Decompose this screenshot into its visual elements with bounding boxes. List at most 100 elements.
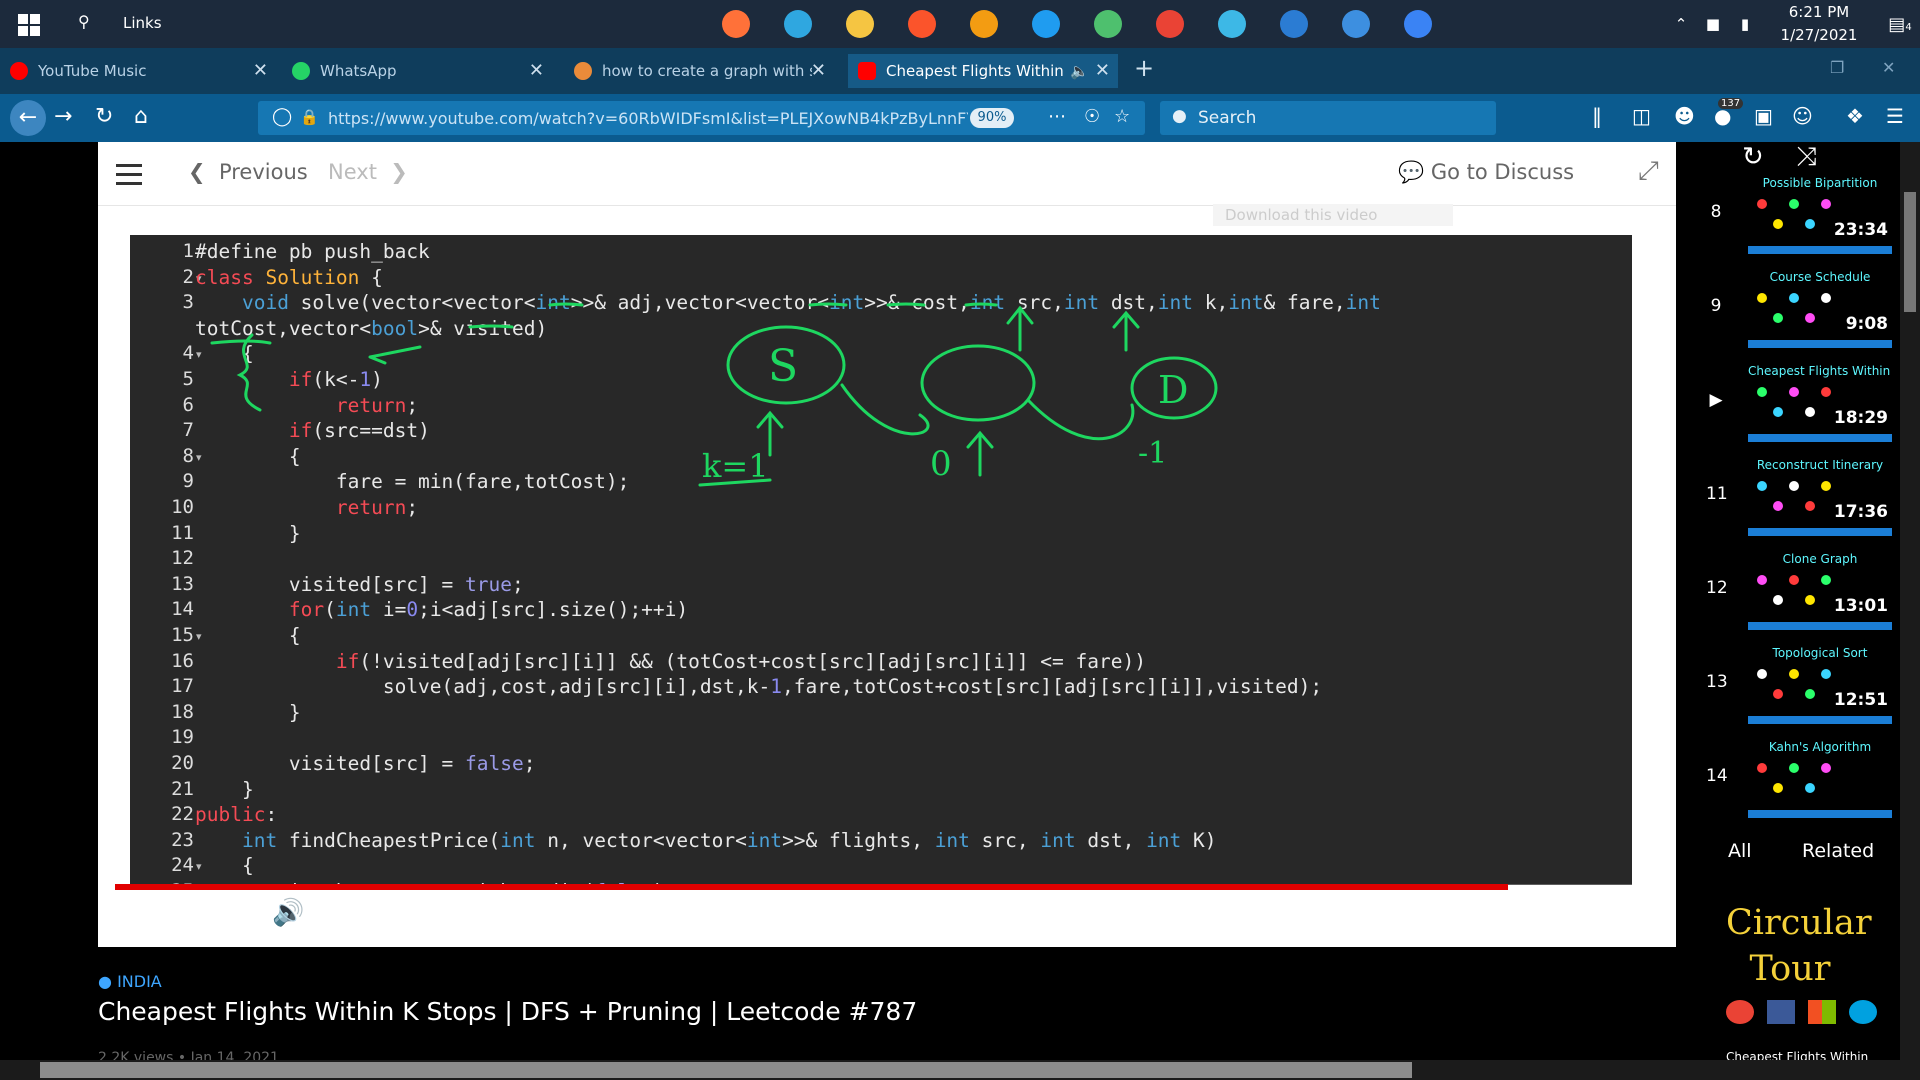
playlist-index: 9 (1710, 296, 1722, 316)
back-button[interactable]: ← (10, 100, 46, 136)
taskbar-app[interactable] (891, 4, 953, 44)
next-video-icon[interactable]: ⏭ (220, 898, 243, 929)
pocket-icon[interactable]: ☉ (1084, 106, 1100, 127)
search-placeholder: Search (1198, 108, 1257, 128)
location-tag[interactable]: ● INDIA (98, 972, 917, 991)
taskbar-app[interactable] (767, 4, 829, 44)
sidebar-icon[interactable]: ◫ (1632, 104, 1651, 128)
horizontal-scrollbar[interactable] (0, 1060, 1920, 1080)
url-text[interactable]: https://www.youtube.com/watch?v=60RbWIDF… (328, 109, 968, 128)
video-player[interactable]: ❮ Previous Next ❯ 💬 Go to Discuss ⤢ Down… (98, 142, 1750, 947)
playlist-thumbnail[interactable]: Course Schedule 9:08 (1748, 270, 1892, 348)
next-button[interactable]: Next ❯ (328, 160, 408, 184)
playlist-panel: ↻ ⤨ 8 Possible Bipartition 23:34 9 Course Sc… (1676, 142, 1920, 947)
shield-icon[interactable]: ◯ (272, 106, 292, 127)
close-icon[interactable]: ✕ (811, 60, 826, 81)
playlist-thumbnail[interactable]: Kahn's Algorithm (1748, 740, 1892, 818)
windows-start-icon[interactable] (18, 14, 40, 36)
horizontal-scrollbar-thumb[interactable] (40, 1062, 1412, 1078)
shuffle-icon[interactable]: ⤨ (1796, 142, 1817, 172)
more-actions-icon[interactable]: ⋯ (1048, 106, 1066, 127)
zoom-level[interactable]: 90% (970, 108, 1014, 128)
taskbar-app[interactable] (1201, 4, 1263, 44)
playlist-item[interactable]: 8 Possible Bipartition 23:34 (1676, 172, 1920, 258)
reload-button[interactable]: ↻ (95, 104, 113, 129)
taskbar-app[interactable] (1263, 4, 1325, 44)
arrow-up-k (1006, 305, 1034, 352)
vertical-scrollbar-thumb[interactable] (1904, 192, 1916, 312)
download-video-button[interactable]: Download this video (1213, 204, 1453, 226)
taskbar-app[interactable] (1387, 4, 1449, 44)
play-icon[interactable]: ▶ (176, 898, 196, 928)
volume-icon[interactable]: 🔊 (272, 898, 304, 928)
notification-icon[interactable]: ▤4 (1880, 14, 1920, 35)
playlist-item[interactable]: ▶ Cheapest Flights Within K Stops 18:29 (1676, 360, 1920, 446)
extensions-icon[interactable]: ❖ (1846, 104, 1864, 128)
playlist-item[interactable]: 12 Clone Graph 13:01 (1676, 548, 1920, 634)
library-icon[interactable]: ‖ (1592, 104, 1602, 128)
go-to-discuss-button[interactable]: 💬 Go to Discuss (1398, 160, 1574, 185)
new-tab-button[interactable]: + (1134, 54, 1154, 82)
playlist-thumbnail[interactable]: Possible Bipartition 23:34 (1748, 176, 1892, 254)
forward-button[interactable]: → (54, 104, 72, 129)
close-icon[interactable]: ✕ (1095, 60, 1110, 81)
collapse-icon[interactable]: ⤢ (1638, 156, 1659, 187)
taskbar-app[interactable] (1325, 4, 1387, 44)
taskbar-app[interactable] (829, 4, 891, 44)
tab-cheapest-flights[interactable]: Cheapest Flights Within K St 🔈 ✕ (848, 54, 1118, 88)
theater-mode-icon[interactable]: ▭ (1554, 898, 1579, 928)
playlist-thumbnail[interactable]: Topological Sort 12:51 (1748, 646, 1892, 724)
search-icon[interactable]: ⚲ (78, 12, 90, 31)
video-progress-bar[interactable] (115, 884, 1663, 890)
playlist-item[interactable]: 9 Course Schedule 9:08 (1676, 266, 1920, 352)
menu-icon[interactable]: ☰ (1886, 104, 1904, 128)
clock[interactable]: 6:21 PM 1/27/2021 (1764, 1, 1874, 47)
loop-icon[interactable]: ↻ (1742, 142, 1764, 172)
playlist-item[interactable]: 11 Reconstruct Itinerary 17:36 (1676, 454, 1920, 540)
graph-thumbnail-icon (1757, 669, 1831, 699)
playlist-thumbnail[interactable]: Reconstruct Itinerary 17:36 (1748, 458, 1892, 536)
playlist-item[interactable]: 13 Topological Sort 12:51 (1676, 642, 1920, 728)
taskbar-links-label[interactable]: Links (123, 14, 162, 32)
miniplayer-icon[interactable]: ▣ (1496, 898, 1521, 928)
taskbar-app[interactable] (953, 4, 1015, 44)
account-icon[interactable]: ☻ (1674, 104, 1695, 128)
close-icon[interactable]: ✕ (253, 60, 268, 81)
speaker-icon[interactable]: 🔈 (1070, 62, 1089, 80)
advertisement[interactable]: Circular Tour Cheapest Flights Within (1726, 900, 1920, 1080)
tab-whatsapp[interactable]: WhatsApp ✕ (282, 54, 552, 88)
tab-graph-search[interactable]: how to create a graph with sou ✕ (564, 54, 834, 88)
bookmark-star-icon[interactable]: ☆ (1114, 106, 1130, 127)
home-button[interactable]: ⌂ (134, 104, 148, 129)
close-window-icon[interactable]: ✕ (1882, 58, 1895, 77)
previous-button[interactable]: ❮ Previous (188, 160, 308, 184)
playlist-thumbnail[interactable]: Clone Graph 13:01 (1748, 552, 1892, 630)
fullscreen-icon[interactable]: ⛶ (1610, 898, 1628, 929)
settings-gear-icon[interactable]: ⚙ (1438, 898, 1461, 928)
tab-youtube-music[interactable]: YouTube Music ✕ (0, 54, 276, 88)
vertical-scrollbar[interactable] (1900, 142, 1920, 1060)
taskbar-app[interactable] (1139, 4, 1201, 44)
taskbar-app[interactable] (1015, 4, 1077, 44)
screenshot-icon[interactable]: ▣ (1754, 104, 1773, 128)
taskbar-app[interactable] (1077, 4, 1139, 44)
playlist-thumbnail[interactable]: Cheapest Flights Within K Stops 18:29 (1748, 364, 1892, 442)
battery-icon[interactable]: ▮ (1732, 15, 1758, 33)
address-bar[interactable]: ◯ 🔒 https://www.youtube.com/watch?v=60Rb… (258, 101, 1145, 135)
previous-video-icon[interactable]: ⏮ (130, 898, 153, 929)
playlist-item[interactable]: 14 Kahn's Algorithm (1676, 736, 1920, 822)
filter-related[interactable]: Related (1802, 840, 1874, 862)
close-icon[interactable]: ✕ (529, 60, 544, 81)
system-tray: ⌃ ■ ▮ 6:21 PM 1/27/2021 ▤4 (1668, 0, 1920, 48)
taskbar-app[interactable] (705, 4, 767, 44)
filter-all[interactable]: All (1728, 840, 1752, 862)
mask-icon[interactable]: ☺ (1792, 104, 1813, 128)
sponsor-banner (1748, 340, 1892, 348)
chevron-up-icon[interactable]: ⌃ (1668, 15, 1694, 33)
hamburger-menu-icon[interactable] (116, 164, 142, 191)
search-box[interactable]: ● Search (1160, 101, 1496, 135)
monitor-icon[interactable]: ■ (1700, 15, 1726, 33)
playlist-item-duration: 17:36 (1833, 502, 1888, 522)
lock-icon[interactable]: 🔒 (300, 108, 319, 126)
restore-window-icon[interactable]: ❐ (1830, 58, 1844, 77)
